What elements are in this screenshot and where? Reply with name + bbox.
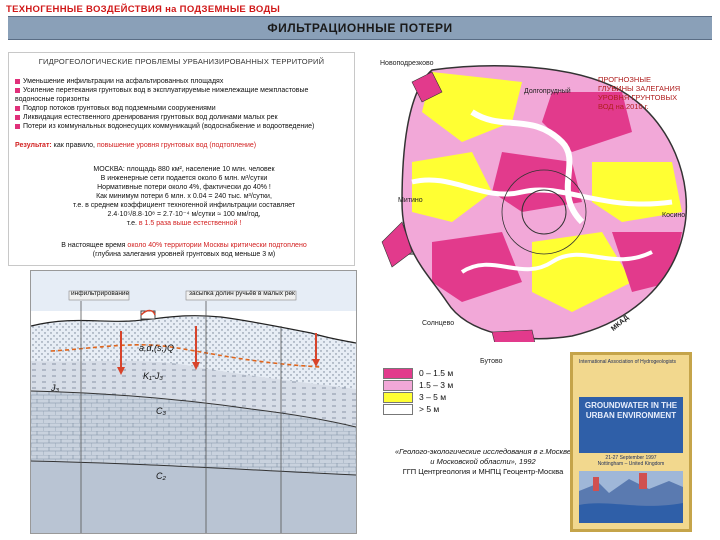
geological-cross-section: инфильтрирование засыпка долин ручьёв в … — [30, 270, 357, 534]
label-infiltration: инфильтрирование — [71, 290, 130, 297]
legend-swatch — [383, 380, 413, 391]
bullet-text: Уменьшение инфильтрации на асфальтирован… — [23, 78, 224, 85]
place-solntsevo: Солнцево — [422, 320, 455, 327]
forecast-caption: ПРОГНОЗНЫЕ ГЛУБИНЫ ЗАЛЕГАНИЯ УРОВНЯ ГРУН… — [598, 75, 698, 111]
forecast-line-1: ПРОГНОЗНЫЕ — [598, 75, 651, 84]
legend-swatch — [383, 368, 413, 379]
bullet-marker-icon — [15, 105, 20, 111]
bullet-marker-icon — [15, 78, 20, 84]
legend-swatch — [383, 392, 413, 403]
title-banner: ФИЛЬТРАЦИОННЫЕ ПОТЕРИ — [8, 16, 712, 40]
banner-title: ФИЛЬТРАЦИОННЫЕ ПОТЕРИ — [267, 21, 453, 35]
bullet-text: Ликвидация естественного дренирования гр… — [23, 114, 278, 121]
bullet-marker-icon — [15, 87, 20, 93]
calc-highlight: в 1.5 раза выше естественной ! — [138, 220, 242, 227]
bullet-text: Усиление перетекания грунтовых вод в экс… — [15, 87, 309, 103]
place-novopodrezkovo: Новоподрезково — [380, 60, 434, 67]
legend-label: > 5 м — [419, 404, 440, 414]
forecast-line-2: ГЛУБИНЫ ЗАЛЕГАНИЯ — [598, 84, 681, 93]
cover-title-line-1: GROUNDWATER IN THE — [584, 401, 678, 410]
bullet-2: Усиление перетекания грунтовых вод в экс… — [15, 86, 349, 104]
result-line: Результат: как правило, повышение уровня… — [15, 141, 349, 150]
place-dolgoprudny: Долгопрудный — [524, 88, 571, 95]
cover-title: GROUNDWATER IN THE URBAN ENVIRONMENT — [579, 397, 683, 453]
place-mitino: Митино — [398, 197, 423, 204]
cover-title-line-2: URBAN ENVIRONMENT — [585, 411, 677, 420]
label-network: засыпка долин ручьёв в малых рек — [189, 290, 295, 297]
bullet-3: Подпор потоков грунтовых вод подземными … — [15, 104, 349, 113]
forecast-line-4: ВОД на 2010 г. — [598, 102, 649, 111]
risk-suffix: (глубина залегания уровней грунтовых вод… — [92, 251, 276, 258]
aquifer-label-j3: J₃ — [51, 383, 60, 393]
cover-place: Nottingham – United Kingdom — [597, 461, 665, 467]
risk-prefix: В настоящее время — [61, 242, 126, 249]
forecast-line-3: УРОВНЯ ГРУНТОВЫХ — [598, 93, 678, 102]
legend-label: 1.5 – 3 м — [419, 380, 454, 390]
calc-line-7: т.е. в 1.5 раза выше естественной ! — [29, 219, 339, 229]
source-line-3: ГГП Центргеология и МНПЦ Геоцентр-Москва — [402, 467, 564, 476]
aquifer-label-q: a,d,(s,)Q — [139, 343, 175, 353]
source-line-2: и Московской области», 1992 — [430, 457, 536, 466]
panel-title: ГИДРОГЕОЛОГИЧЕСКИЕ ПРОБЛЕМЫ УРБАНИЗИРОВА… — [38, 57, 325, 66]
source-line-1: «Геолого-экологические исследования в г.… — [394, 447, 571, 456]
bullet-marker-icon — [15, 114, 20, 120]
cover-header: International Association of Hydrogeolog… — [579, 359, 677, 365]
source-citation: «Геолого-экологические исследования в г.… — [362, 447, 604, 477]
cover-illustration — [579, 471, 683, 523]
cross-section-drawing — [30, 271, 357, 533]
legend-label: 3 – 5 м — [419, 392, 447, 402]
legend-label: 0 – 1.5 м — [419, 368, 454, 378]
conference-cover: International Association of Hydrogeolog… — [570, 352, 692, 532]
top-title: ТЕХНОГЕННЫЕ ВОЗДЕЙСТВИЯ на ПОДЗЕМНЫЕ ВОД… — [6, 4, 281, 15]
bullet-marker-icon — [15, 123, 20, 129]
bullet-5: Потери из коммунальных водонесущих комму… — [15, 122, 349, 131]
aquifer-label-c3: C₃ — [156, 406, 167, 416]
legend-swatch — [383, 404, 413, 415]
bullet-1: Уменьшение инфильтрации на асфальтирован… — [15, 77, 349, 86]
place-kosino: Косино — [662, 212, 686, 219]
cover-subtitle: 21-27 September 1997 Nottingham – United… — [579, 455, 683, 467]
aquifer-label-c2: C₂ — [156, 471, 166, 481]
aquifer-label-k: K₁-J₃ — [143, 371, 163, 381]
place-butovo: Бутово — [480, 358, 503, 365]
bullet-text: Подпор потоков грунтовых вод подземными … — [23, 105, 216, 112]
result-text: как правило, — [53, 142, 95, 149]
risk-highlight: около 40% территории Москвы критически п… — [127, 242, 307, 249]
result-label: Результат: — [15, 142, 52, 149]
calc-prefix: т.е. — [126, 220, 137, 227]
problems-panel: ГИДРОГЕОЛОГИЧЕСКИЕ ПРОБЛЕМЫ УРБАНИЗИРОВА… — [8, 52, 355, 266]
result-highlight: повышение уровня грунтовых вод (подтопле… — [96, 142, 257, 149]
bullet-text: Потери из коммунальных водонесущих комму… — [23, 123, 315, 130]
bullet-4: Ликвидация естественного дренирования гр… — [15, 113, 349, 122]
